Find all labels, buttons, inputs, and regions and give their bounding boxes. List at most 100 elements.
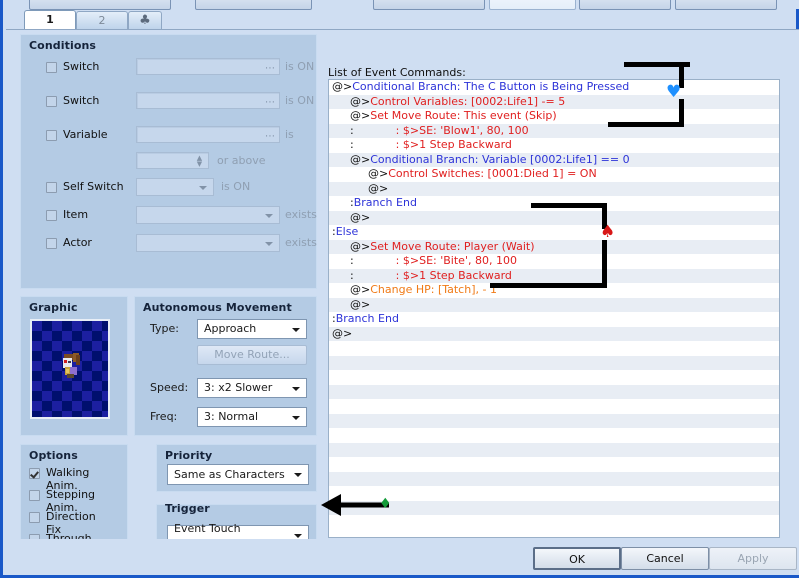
variable-value-spinner[interactable]: ▲ ▼ bbox=[136, 152, 209, 169]
event-command-row[interactable]: @> bbox=[329, 297, 779, 312]
club-icon: ♣ bbox=[139, 13, 151, 28]
event-command-row[interactable]: @>Conditional Branch: Variable [0002:Lif… bbox=[329, 152, 779, 167]
event-command-row[interactable]: @>Set Move Route: Player (Wait) bbox=[329, 239, 779, 254]
event-command-row[interactable]: @>Conditional Branch: The C Button is Be… bbox=[329, 80, 779, 95]
tab-page-2[interactable]: 2 bbox=[76, 11, 128, 30]
event-command-row-empty[interactable] bbox=[329, 471, 779, 486]
autonomous-movement-group: Autonomous Movement Type: Approach Move … bbox=[134, 296, 317, 436]
priority-combo[interactable]: Same as Characters bbox=[167, 464, 309, 485]
variable-checkbox[interactable] bbox=[46, 130, 57, 141]
walking-anim-checkbox[interactable] bbox=[29, 468, 40, 479]
switch1-checkbox[interactable] bbox=[46, 62, 57, 73]
event-command-row-empty[interactable] bbox=[329, 428, 779, 443]
stepping-anim-checkbox[interactable] bbox=[29, 490, 40, 501]
chevron-down-icon bbox=[292, 387, 300, 391]
tab-page-1[interactable]: 1 bbox=[24, 10, 76, 30]
actor-combo[interactable] bbox=[136, 234, 280, 252]
apply-button: Apply bbox=[709, 547, 797, 570]
event-command-row[interactable]: @> bbox=[329, 181, 779, 196]
event-command-row[interactable]: : : $>SE: 'Bite', 80, 100 bbox=[329, 254, 779, 269]
self-switch-checkbox[interactable] bbox=[46, 182, 57, 193]
event-command-row[interactable]: @> bbox=[329, 326, 779, 341]
actor-checkbox[interactable] bbox=[46, 238, 57, 249]
event-command-row-empty[interactable] bbox=[329, 457, 779, 472]
switch2-checkbox[interactable] bbox=[46, 96, 57, 107]
self-switch-combo[interactable] bbox=[136, 178, 214, 196]
movement-speed-label: Speed: bbox=[150, 381, 189, 394]
move-route-button: Move Route... bbox=[197, 345, 307, 365]
row-text: Branch End bbox=[335, 312, 399, 325]
row-text: : $>1 Step Backward bbox=[353, 268, 512, 282]
event-command-row-empty[interactable] bbox=[329, 486, 779, 501]
row-text: : $>1 Step Backward bbox=[353, 138, 512, 151]
graphic-thumbnail[interactable] bbox=[30, 319, 110, 419]
item-label: Item bbox=[63, 208, 89, 221]
row-text: Branch End bbox=[353, 196, 417, 209]
switch2-suffix: is ON bbox=[285, 94, 315, 107]
movement-freq-label: Freq: bbox=[150, 410, 178, 423]
row-text: Conditional Branch: Variable [0002:Life1… bbox=[370, 152, 630, 166]
event-command-row-empty[interactable] bbox=[329, 442, 779, 457]
cancel-button[interactable]: Cancel bbox=[621, 547, 709, 570]
event-command-row-empty[interactable] bbox=[329, 355, 779, 370]
character-sprite-icon bbox=[63, 353, 80, 379]
row-marker: @> bbox=[350, 297, 371, 311]
switch2-browse-icon[interactable]: ⋯ bbox=[265, 98, 276, 108]
graphic-group: Graphic bbox=[20, 296, 128, 436]
switch1-browse-icon[interactable]: ⋯ bbox=[265, 64, 276, 74]
switch2-label: Switch bbox=[63, 94, 100, 107]
spade-annotation-icon: ♠ bbox=[600, 222, 616, 242]
page-tabs: 1 2 ♣ bbox=[6, 9, 799, 30]
condition-row-variable: Variable ⋯ is bbox=[21, 125, 318, 147]
row-text: Else bbox=[335, 225, 359, 238]
variable-browse-icon[interactable]: ⋯ bbox=[265, 132, 276, 142]
event-command-row-empty[interactable] bbox=[329, 500, 779, 515]
row-marker: @> bbox=[332, 326, 353, 340]
movement-freq-value: 3: Normal bbox=[204, 410, 259, 423]
event-command-row-empty[interactable] bbox=[329, 384, 779, 399]
event-command-row-empty[interactable] bbox=[329, 413, 779, 428]
movement-type-combo[interactable]: Approach bbox=[197, 319, 307, 339]
item-combo[interactable] bbox=[136, 206, 280, 224]
chevron-down-icon bbox=[292, 328, 300, 332]
event-command-row[interactable]: @>Control Switches: [0001:Died 1] = ON bbox=[329, 167, 779, 182]
movement-title: Autonomous Movement bbox=[143, 301, 292, 314]
spinner-arrows-icon[interactable]: ▲ ▼ bbox=[195, 155, 204, 168]
row-text: Conditional Branch: The C Button is Bein… bbox=[352, 80, 630, 93]
event-command-row[interactable]: : : $>SE: 'Blow1', 80, 100 bbox=[329, 123, 779, 138]
event-command-row[interactable]: @> bbox=[329, 210, 779, 225]
direction-fix-checkbox[interactable] bbox=[29, 512, 40, 523]
condition-row-switch-2: Switch ⋯ is ON bbox=[21, 91, 318, 113]
annotation-bracket-4-right bbox=[602, 240, 607, 288]
toolbar-strip bbox=[3, 0, 799, 10]
variable-label: Variable bbox=[63, 128, 108, 141]
event-command-row[interactable]: : : $>1 Step Backward bbox=[329, 138, 779, 153]
variable-value-suffix: or above bbox=[217, 154, 266, 167]
priority-group: Priority Same as Characters bbox=[156, 444, 317, 492]
event-command-row[interactable]: @>Set Move Route: This event (Skip) bbox=[329, 109, 779, 124]
chevron-down-icon bbox=[265, 242, 273, 246]
tab-new-page[interactable]: ♣ bbox=[128, 11, 162, 30]
event-command-row[interactable]: :Else bbox=[329, 225, 779, 240]
event-command-row-empty[interactable] bbox=[329, 515, 779, 530]
switch1-input[interactable]: ⋯ bbox=[136, 58, 280, 75]
priority-value: Same as Characters bbox=[174, 468, 285, 481]
event-command-row[interactable]: : : $>1 Step Backward bbox=[329, 268, 779, 283]
switch2-input[interactable]: ⋯ bbox=[136, 92, 280, 109]
movement-speed-combo[interactable]: 3: x2 Slower bbox=[197, 378, 307, 398]
event-command-row[interactable]: @>Control Variables: [0002:Life1] -= 5 bbox=[329, 94, 779, 109]
event-command-row[interactable]: :Branch End bbox=[329, 312, 779, 327]
event-command-row-empty[interactable] bbox=[329, 370, 779, 385]
variable-input[interactable]: ⋯ bbox=[136, 126, 280, 143]
variable-suffix: is bbox=[285, 128, 294, 141]
item-checkbox[interactable] bbox=[46, 210, 57, 221]
event-command-row-empty[interactable] bbox=[329, 399, 779, 414]
options-title: Options bbox=[29, 449, 78, 462]
movement-freq-combo[interactable]: 3: Normal bbox=[197, 407, 307, 427]
event-command-row-empty[interactable] bbox=[329, 341, 779, 356]
condition-row-item: Item exists bbox=[21, 205, 318, 227]
event-command-list[interactable]: @> Conditional Branch: The C Button is Be… bbox=[328, 79, 780, 538]
ok-button[interactable]: OK bbox=[533, 547, 621, 570]
item-suffix: exists bbox=[285, 208, 317, 221]
chevron-down-icon bbox=[265, 214, 273, 218]
